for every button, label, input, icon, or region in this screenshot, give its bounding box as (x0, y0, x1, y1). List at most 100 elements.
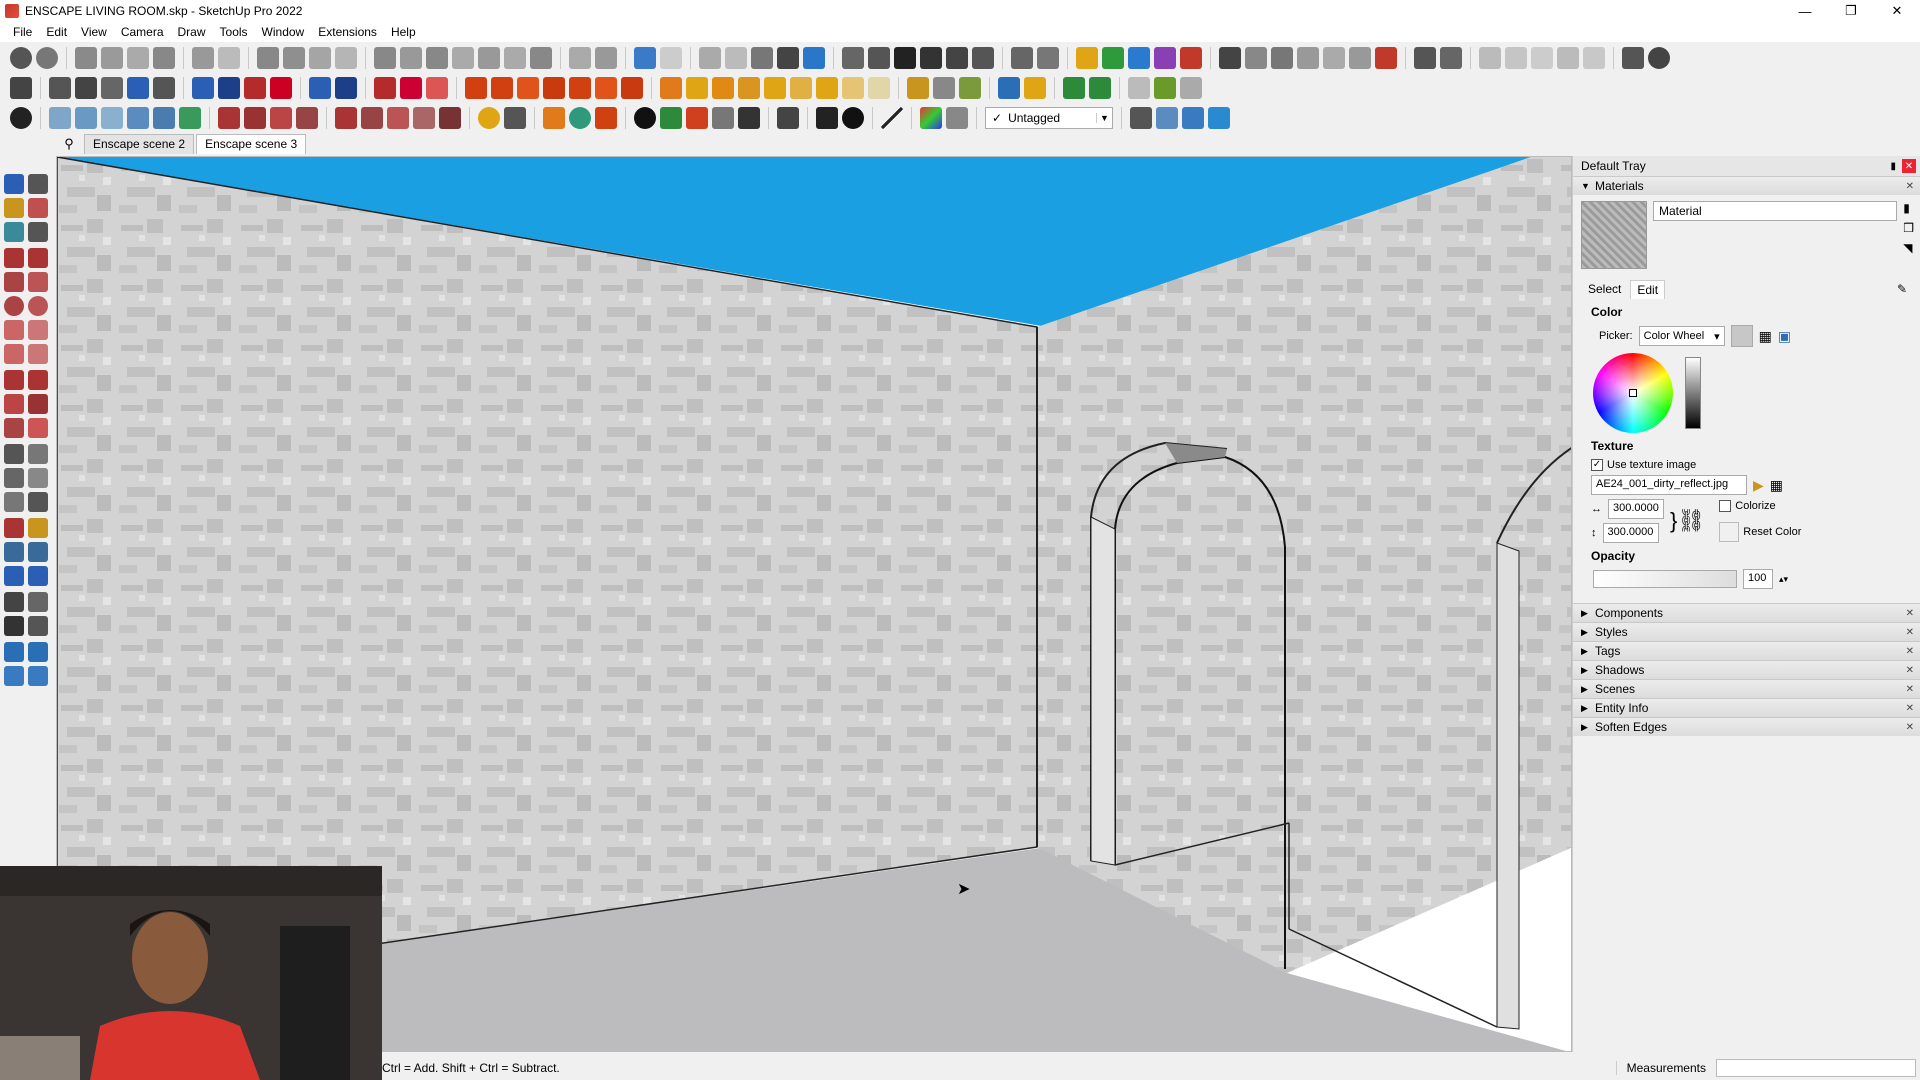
redo-icon[interactable] (400, 77, 422, 99)
smooth-icon[interactable] (452, 47, 474, 69)
view-iso-icon[interactable] (257, 47, 279, 69)
box-tool-3-icon[interactable] (959, 77, 981, 99)
panel-close-icon[interactable]: ✕ (1906, 684, 1914, 695)
material-name-field[interactable]: Material (1653, 201, 1897, 221)
cube-tool-6-icon[interactable] (179, 107, 201, 129)
stair-1-icon[interactable] (465, 77, 487, 99)
face-style-1-icon[interactable] (699, 47, 721, 69)
group-tool-4-icon[interactable] (127, 77, 149, 99)
zoom-extents-icon[interactable] (4, 566, 24, 586)
panel-close-icon[interactable]: ✕ (1906, 665, 1914, 676)
panel-close-icon[interactable]: ✕ (1906, 722, 1914, 733)
menu-window[interactable]: Window (255, 25, 312, 39)
lasso-icon[interactable] (28, 174, 48, 194)
circle-icon[interactable] (4, 296, 24, 316)
zoom-window-icon[interactable] (28, 542, 48, 562)
rotated-rect-icon[interactable] (28, 272, 48, 292)
pencil-icon[interactable] (28, 222, 48, 242)
section-plane-icon[interactable] (192, 47, 214, 69)
roof-5-icon[interactable] (764, 77, 786, 99)
panel-close-icon[interactable]: ✕ (1906, 181, 1914, 192)
face-style-2-icon[interactable] (725, 47, 747, 69)
plugin-6-icon[interactable] (1349, 47, 1371, 69)
stamp-icon[interactable] (530, 47, 552, 69)
roof-6-icon[interactable] (790, 77, 812, 99)
stair-6-icon[interactable] (595, 77, 617, 99)
walk-icon[interactable] (4, 616, 24, 636)
plugin-14-icon[interactable] (1583, 47, 1605, 69)
browse-folder-icon[interactable]: ▶ (1753, 477, 1764, 494)
blue-tool-3-icon[interactable] (1208, 107, 1230, 129)
roof-7-icon[interactable] (816, 77, 838, 99)
menu-draw[interactable]: Draw (171, 25, 213, 39)
enscape-views-icon[interactable] (1128, 47, 1150, 69)
tool-f-icon[interactable] (1154, 77, 1176, 99)
menu-file[interactable]: File (6, 25, 39, 39)
cube-tool-1-icon[interactable] (49, 107, 71, 129)
blue-tool-1-icon[interactable] (1156, 107, 1178, 129)
offset-icon[interactable] (127, 47, 149, 69)
create-material-icon[interactable]: ▮ (1903, 201, 1914, 215)
cube-tool-4-icon[interactable] (127, 107, 149, 129)
tray-close-button[interactable]: ✕ (1902, 159, 1916, 173)
current-color-swatch[interactable] (1730, 325, 1753, 347)
erase-tool-icon[interactable] (426, 77, 448, 99)
brightness-slider[interactable] (1685, 357, 1701, 429)
panel-close-icon[interactable]: ✕ (1906, 703, 1914, 714)
texture-height-field[interactable]: 300.0000 (1602, 523, 1659, 543)
paint-bucket-icon[interactable] (4, 198, 24, 218)
tool-d-icon[interactable] (1089, 77, 1111, 99)
materials-panel-header[interactable]: ▼ Materials ✕ (1573, 176, 1920, 195)
mail-icon[interactable] (816, 107, 838, 129)
opacity-value-field[interactable]: 100 (1743, 569, 1773, 589)
plugin-10-icon[interactable] (1479, 47, 1501, 69)
box-icon[interactable] (400, 47, 422, 69)
refresh-orange-icon[interactable] (543, 107, 565, 129)
follow-me-icon[interactable] (101, 47, 123, 69)
enscape-sync-icon[interactable] (1102, 47, 1124, 69)
eyedropper-icon[interactable]: ✎ (1890, 279, 1914, 299)
edit-texture-icon[interactable]: ▦ (1770, 477, 1783, 494)
roof-9-icon[interactable] (868, 77, 890, 99)
roof-8-icon[interactable] (842, 77, 864, 99)
match-color-model-icon[interactable]: ▦ (1759, 328, 1772, 345)
draw-tool-6-icon[interactable] (361, 107, 383, 129)
stair-5-icon[interactable] (569, 77, 591, 99)
group-tool-2-icon[interactable] (75, 77, 97, 99)
section-cut-icon[interactable] (218, 47, 240, 69)
mirror-tool-icon[interactable] (335, 77, 357, 99)
text-tool-icon[interactable] (28, 468, 48, 488)
plugin-3-icon[interactable] (1271, 47, 1293, 69)
warehouse-icon[interactable] (842, 47, 864, 69)
match-color-screen-icon[interactable]: ▣ (1778, 328, 1791, 345)
align-tool-3-icon[interactable] (244, 77, 266, 99)
material-stack-icon[interactable]: ❒ (1903, 221, 1914, 235)
plugin-8-icon[interactable] (1414, 47, 1436, 69)
use-texture-checkbox[interactable]: ✓ (1591, 459, 1603, 471)
freehand-icon[interactable] (28, 248, 48, 268)
plugin-9-icon[interactable] (1440, 47, 1462, 69)
sandbox-tool-3-icon[interactable] (4, 666, 24, 686)
menu-help[interactable]: Help (384, 25, 423, 39)
color-palette-icon[interactable] (920, 107, 942, 129)
sandbox-tool-1-icon[interactable] (4, 642, 24, 662)
plugin-2-icon[interactable] (1245, 47, 1267, 69)
sandbox-tool-4-icon[interactable] (28, 666, 48, 686)
orbit-tool-icon[interactable] (4, 518, 24, 538)
menu-edit[interactable]: Edit (39, 25, 74, 39)
hex-blue-icon[interactable] (634, 47, 656, 69)
cube-tool-3-icon[interactable] (101, 107, 123, 129)
face-style-5-icon[interactable] (803, 47, 825, 69)
push-pull-icon[interactable] (28, 370, 48, 390)
refresh-icon[interactable] (153, 47, 175, 69)
line-icon[interactable] (881, 107, 903, 129)
hex-outline-icon[interactable] (660, 47, 682, 69)
record-icon[interactable] (10, 107, 32, 129)
roof-3-icon[interactable] (712, 77, 734, 99)
add-circle-icon[interactable] (634, 107, 656, 129)
picker-dropdown[interactable]: Color Wheel ▾ (1638, 326, 1725, 346)
menu-tools[interactable]: Tools (213, 25, 255, 39)
draw-tool-9-icon[interactable] (439, 107, 461, 129)
draw-tool-2-icon[interactable] (244, 107, 266, 129)
tool-g-icon[interactable] (1180, 77, 1202, 99)
